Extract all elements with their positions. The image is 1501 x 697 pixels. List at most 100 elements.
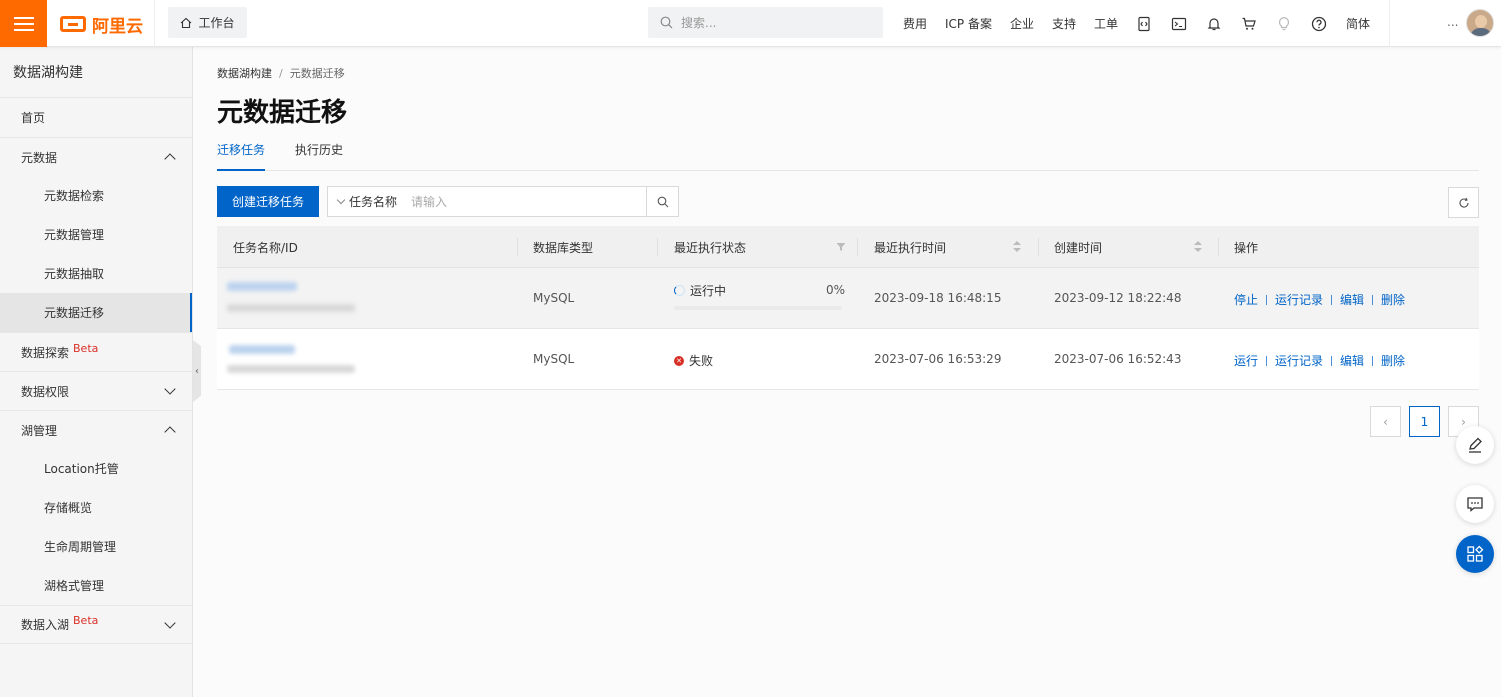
sidebar-item-lake-format[interactable]: 湖格式管理 [0, 566, 192, 605]
page-number[interactable]: 1 [1409, 406, 1440, 437]
created-time: 2023-07-06 16:52:43 [1054, 352, 1182, 366]
filter-field-select[interactable]: 任务名称 [328, 193, 411, 210]
beta-badge: Beta [73, 341, 99, 355]
task-name-redacted[interactable] [227, 282, 297, 291]
divider [857, 238, 858, 256]
divider [154, 0, 155, 47]
stop-link[interactable]: 停止 [1234, 291, 1258, 308]
create-migration-task-button[interactable]: 创建迁移任务 [217, 186, 319, 217]
divider [1266, 355, 1268, 366]
top-bar: 阿里云 工作台 搜索... 费用 ICP 备案 企业 支持 工单 简体 ... [0, 0, 1501, 47]
workbench-button[interactable]: 工作台 [168, 7, 247, 38]
sidebar-item-data-ingest[interactable]: 数据入湖 Beta [0, 605, 192, 644]
search-icon [660, 16, 673, 29]
divider [517, 238, 518, 256]
sidebar-item-metadata-extract[interactable]: 元数据抽取 [0, 254, 192, 293]
run-records-link[interactable]: 运行记录 [1275, 352, 1323, 369]
sidebar-item-metadata-migrate[interactable]: 元数据迁移 [0, 293, 192, 332]
sidebar-item-lifecycle[interactable]: 生命周期管理 [0, 527, 192, 566]
refresh-button[interactable] [1448, 187, 1479, 218]
sidebar-item-label: 生命周期管理 [44, 540, 117, 554]
search-icon [657, 196, 668, 207]
aliyun-logo-icon [60, 16, 86, 32]
sort-icon[interactable] [1194, 241, 1202, 253]
sidebar-item-label: 元数据迁移 [44, 306, 105, 320]
edit-link[interactable]: 编辑 [1340, 291, 1364, 308]
menu-icon[interactable] [0, 0, 47, 47]
cart-icon[interactable] [1241, 16, 1257, 32]
apps-icon [1467, 545, 1484, 562]
delete-link[interactable]: 删除 [1381, 291, 1405, 308]
chat-button[interactable] [1456, 485, 1494, 523]
avatar[interactable] [1466, 9, 1494, 37]
sidebar-item-label: Location托管 [44, 462, 119, 476]
home-icon [181, 17, 192, 28]
sidebar-item-label: 存储概览 [44, 501, 93, 515]
sidebar-item-location[interactable]: Location托管 [0, 449, 192, 488]
chevron-left-icon: ‹ [1383, 414, 1388, 429]
chat-icon [1467, 497, 1483, 512]
sidebar-item-data-permission[interactable]: 数据权限 [0, 371, 192, 410]
search-button[interactable] [646, 187, 678, 216]
row-actions: 停止 运行记录 编辑 删除 [1234, 291, 1405, 308]
migration-task-table: 任务名称/ID 数据库类型 最近执行状态 最近执行时间 创建时间 操作 MySQ… [217, 226, 1479, 390]
delete-link[interactable]: 删除 [1381, 352, 1405, 369]
breadcrumb-root[interactable]: 数据湖构建 [217, 67, 272, 80]
task-name-input[interactable]: 请输入 [411, 193, 646, 210]
bell-icon[interactable] [1206, 16, 1222, 32]
sidebar-item-label: 元数据管理 [44, 228, 105, 242]
nav-support[interactable]: 支持 [1052, 15, 1076, 32]
task-name-redacted[interactable] [229, 345, 295, 354]
aliyun-logo[interactable]: 阿里云 [60, 12, 143, 37]
run-link[interactable]: 运行 [1234, 352, 1258, 369]
nav-ticket[interactable]: 工单 [1094, 15, 1118, 32]
status-text: 运行中 [690, 284, 727, 298]
divider [1331, 294, 1333, 305]
col-actions: 操作 [1234, 240, 1259, 255]
table-header: 任务名称/ID 数据库类型 最近执行状态 最近执行时间 创建时间 操作 [217, 226, 1479, 268]
sidebar-item-label: 数据入湖 [21, 618, 70, 632]
nav-enterprise[interactable]: 企业 [1010, 15, 1034, 32]
sidebar-collapse-handle[interactable]: ‹ [193, 340, 201, 402]
table-row: MySQL 运行中 0% 2023-09-18 16:48:15 2023-09… [217, 268, 1479, 329]
help-icon[interactable] [1311, 16, 1327, 32]
feedback-edit-button[interactable] [1456, 426, 1494, 464]
chevron-up-icon [164, 426, 176, 438]
search-input[interactable]: 搜索... [648, 7, 883, 38]
lightbulb-icon[interactable] [1276, 16, 1292, 32]
code-icon[interactable] [1136, 16, 1152, 32]
col-task-name: 任务名称/ID [233, 240, 298, 255]
breadcrumb: 数据湖构建 / 元数据迁移 [217, 65, 345, 81]
sort-icon[interactable] [1013, 241, 1021, 253]
nav-billing[interactable]: 费用 [903, 15, 927, 32]
language-switch[interactable]: 简体 [1346, 15, 1370, 32]
sidebar-item-lake-manage[interactable]: 湖管理 [0, 410, 192, 449]
sidebar-item-metadata[interactable]: 元数据 [0, 137, 192, 176]
edit-link[interactable]: 编辑 [1340, 352, 1364, 369]
chevron-right-icon: › [1461, 414, 1466, 429]
loading-icon [674, 285, 685, 296]
task-filter: 任务名称 请输入 [327, 186, 679, 217]
divider [1372, 294, 1374, 305]
terminal-icon[interactable] [1171, 16, 1187, 32]
breadcrumb-current: 元数据迁移 [289, 67, 345, 80]
db-type: MySQL [533, 291, 575, 305]
sidebar-item-home[interactable]: 首页 [0, 98, 192, 137]
divider [657, 238, 658, 256]
account-name[interactable]: ... [1447, 15, 1458, 29]
sidebar: 数据湖构建 首页 元数据 元数据检索 元数据管理 元数据抽取 元数据迁移 数据探… [0, 47, 193, 697]
run-records-link[interactable]: 运行记录 [1275, 291, 1323, 308]
apps-button[interactable] [1456, 535, 1494, 573]
tab-migration-tasks[interactable]: 迁移任务 [217, 141, 266, 171]
sidebar-title: 数据湖构建 [0, 47, 192, 98]
chevron-up-icon [164, 153, 176, 165]
nav-icp[interactable]: ICP 备案 [945, 15, 992, 32]
sidebar-item-data-explore[interactable]: 数据探索 Beta [0, 332, 192, 371]
sidebar-item-metadata-search[interactable]: 元数据检索 [0, 176, 192, 215]
filter-icon[interactable] [836, 242, 846, 252]
sidebar-item-storage-overview[interactable]: 存储概览 [0, 488, 192, 527]
tab-execution-history[interactable]: 执行历史 [295, 141, 343, 171]
prev-page-button[interactable]: ‹ [1370, 406, 1401, 437]
sidebar-item-metadata-manage[interactable]: 元数据管理 [0, 215, 192, 254]
status-failed: ✕ 失败 [674, 352, 713, 369]
